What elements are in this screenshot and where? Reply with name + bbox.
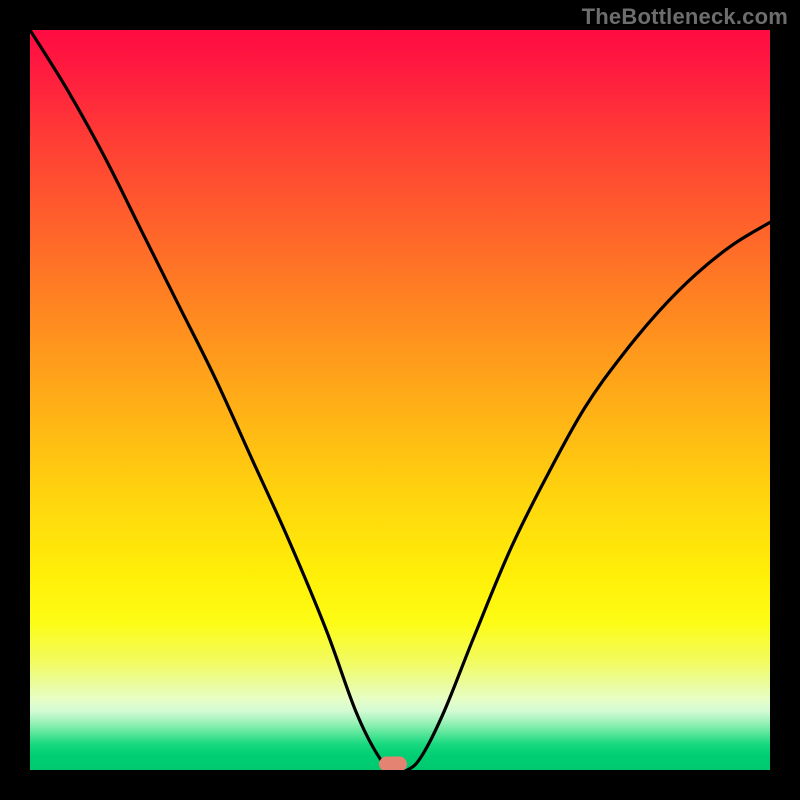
plot-area <box>30 30 770 770</box>
bottleneck-curve <box>30 30 770 770</box>
chart-frame: TheBottleneck.com <box>0 0 800 800</box>
optimum-marker <box>379 757 407 770</box>
watermark-text: TheBottleneck.com <box>582 4 788 30</box>
